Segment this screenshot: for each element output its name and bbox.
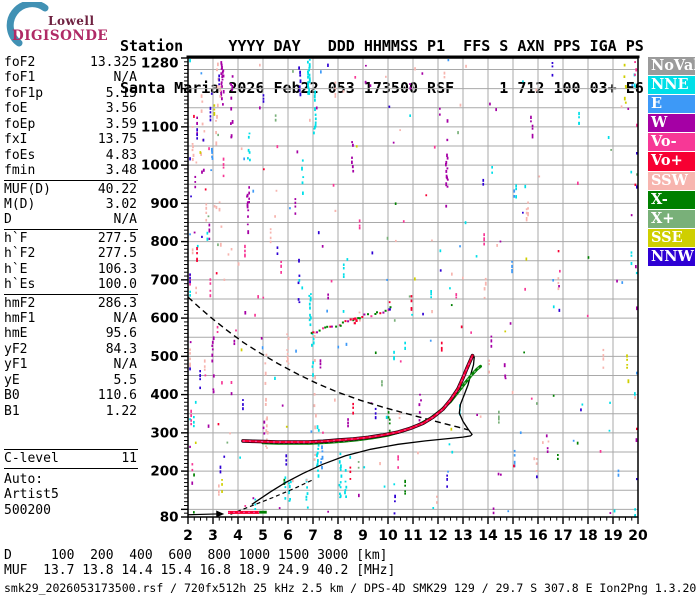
svg-text:3: 3 [208, 528, 218, 544]
svg-text:1100: 1100 [141, 119, 179, 135]
svg-text:2: 2 [183, 528, 193, 544]
svg-text:9: 9 [358, 528, 368, 544]
svg-text:15: 15 [503, 528, 522, 544]
svg-text:500: 500 [150, 349, 178, 365]
legend-item-w: W [648, 114, 695, 133]
svg-text:900: 900 [150, 196, 178, 212]
svg-text:400: 400 [150, 387, 178, 403]
svg-text:300: 300 [150, 425, 178, 441]
svg-text:80: 80 [160, 510, 179, 526]
svg-text:20: 20 [628, 528, 648, 544]
legend-item-noval: NoVal [648, 57, 699, 76]
legend-item-ssw: SSW [648, 171, 695, 190]
svg-text:700: 700 [150, 272, 178, 288]
distance-row: D 100 200 400 600 800 1000 1500 3000 [km… [4, 548, 388, 563]
svg-text:10: 10 [378, 528, 398, 544]
svg-text:12: 12 [428, 528, 447, 544]
status-line: smk29_2026053173500.rsf / 720fx512h 25 k… [4, 581, 697, 595]
ionogram-plot: 80 200 300 400 500 600 700 800 900 1000 1100 1280 2 3… [141, 55, 648, 544]
svg-text:800: 800 [150, 234, 178, 250]
svg-text:1000: 1000 [141, 158, 179, 174]
svg-text:7: 7 [308, 528, 318, 544]
svg-text:5: 5 [258, 528, 268, 544]
svg-text:200: 200 [150, 464, 178, 480]
svg-text:8: 8 [333, 528, 343, 544]
legend-item-nne: NNE [648, 76, 695, 95]
legend-item-vo: Vo- [648, 133, 695, 152]
svg-text:600: 600 [150, 311, 178, 327]
svg-text:14: 14 [478, 528, 498, 544]
doppler-direction-legend: NoVal NNE E W Vo- Vo+ SSW X- X+ SSE NNW [648, 57, 699, 267]
legend-item-vo: Vo+ [648, 152, 695, 171]
legend-item-sse: SSE [648, 228, 695, 247]
svg-text:4: 4 [233, 528, 243, 544]
svg-text:1280: 1280 [141, 56, 179, 72]
legend-item-x: X+ [648, 209, 695, 228]
svg-text:11: 11 [403, 528, 422, 544]
muf-row: MUF 13.7 13.8 14.4 15.4 16.8 18.9 24.9 4… [4, 563, 396, 578]
svg-text:13: 13 [453, 528, 472, 544]
svg-text:6: 6 [283, 528, 293, 544]
svg-text:19: 19 [603, 528, 622, 544]
svg-text:17: 17 [553, 528, 572, 544]
legend-item-nnw: NNW [648, 247, 695, 267]
svg-text:18: 18 [578, 528, 597, 544]
legend-item-x: X- [648, 190, 695, 209]
svg-text:16: 16 [528, 528, 547, 544]
legend-item-e: E [648, 95, 695, 114]
